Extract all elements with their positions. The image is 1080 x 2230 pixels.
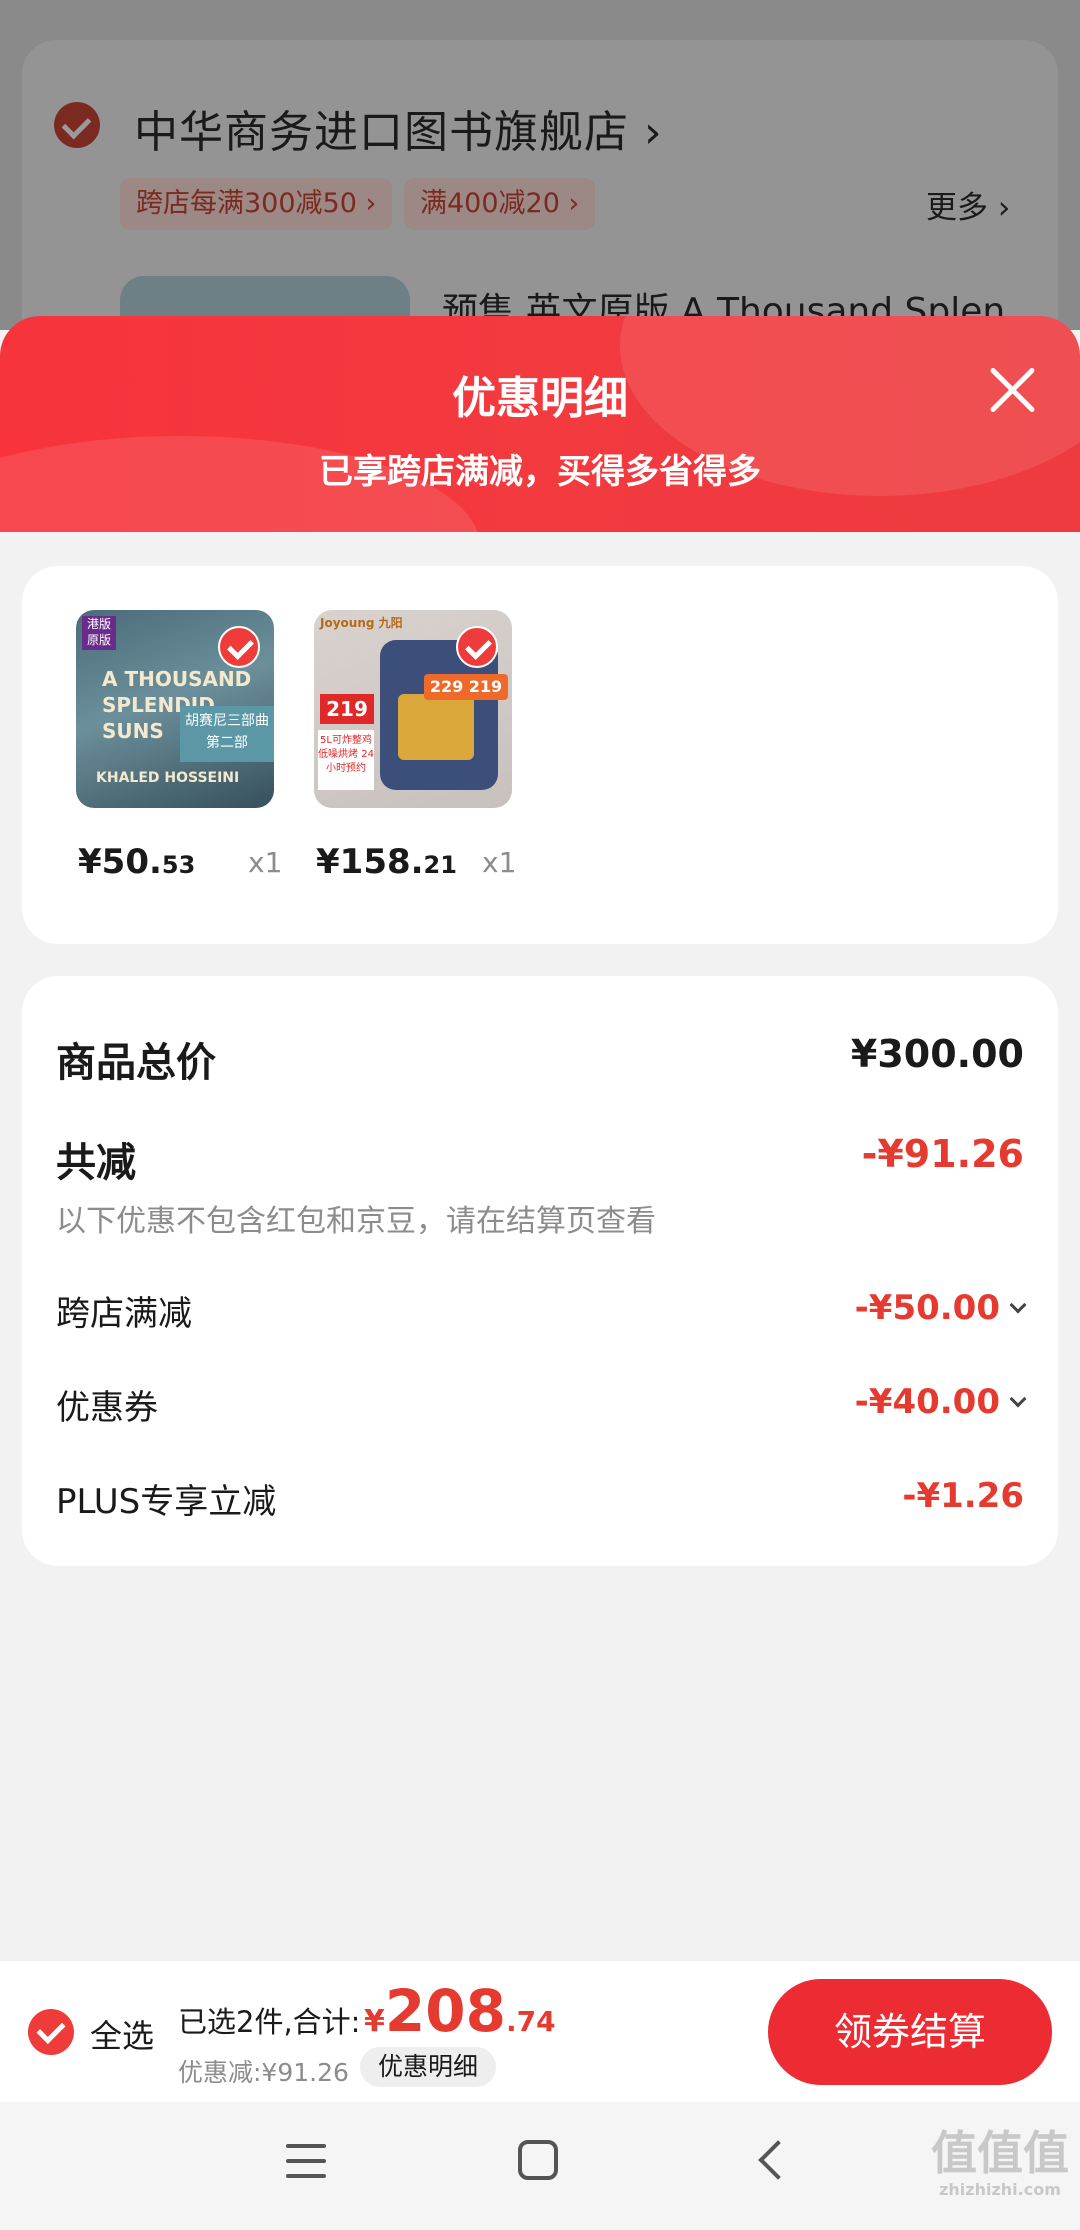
menu-icon[interactable] (286, 2144, 326, 2178)
total-price-value: ¥300.00 (850, 1032, 1024, 1076)
selected-products-card: 港版原版 A THOUSAND SPLENDID SUNS 胡赛尼三部曲 第二部… (22, 566, 1058, 944)
checkout-bar: 全选 已选2件,合计: ¥208.74 优惠减:¥91.26 优惠明细 领券结算 (0, 1960, 1080, 2102)
discount-note: 以下优惠不包含红包和京豆，请在结算页查看 (56, 1204, 656, 1239)
system-navigation-bar: 值值值 zhizhizhi.com (0, 2102, 1080, 2230)
promo-tag-cross-store[interactable]: 跨店每满300减50 › (120, 178, 393, 230)
sheet-title: 优惠明细 (452, 373, 628, 424)
back-icon[interactable] (758, 2140, 798, 2180)
book-cover-band: 胡赛尼三部曲 第二部 (180, 706, 274, 762)
home-icon[interactable] (518, 2140, 558, 2180)
discount-item-label: 跨店满减 (56, 1294, 192, 1334)
total-discount-label: 共减 (56, 1140, 136, 1186)
fryer-price-tag: 219 (320, 694, 374, 724)
book-badge: 港版原版 (82, 616, 116, 650)
discount-summary-card: 商品总价 ¥300.00 共减 -¥91.26 以下优惠不包含红包和京豆，请在结… (22, 976, 1058, 1566)
product-quantity: x1 (482, 846, 517, 879)
chevron-down-icon (1009, 1296, 1027, 1314)
chevron-down-icon (1009, 1390, 1027, 1408)
close-icon[interactable] (984, 360, 1040, 416)
product-image-air-fryer[interactable]: Joyoung 九阳 229 219 219 5L可炸整鸡 低噪烘烤 24小时预… (314, 610, 512, 808)
fryer-feature-tag: 5L可炸整鸡 低噪烘烤 24小时预约 (318, 730, 374, 790)
product-price: ¥50.53 (78, 842, 196, 882)
book-cover-author: KHALED HOSSEINI (96, 770, 240, 786)
discount-item-label: 优惠券 (56, 1388, 158, 1428)
selected-count-label: 已选2件,合计: (178, 2005, 361, 2039)
discount-detail-button[interactable]: 优惠明细 (360, 2047, 497, 2087)
sheet-subtitle: 已享跨店满减，买得多省得多 (319, 452, 761, 492)
grand-total: ¥208.74 (364, 1977, 556, 2045)
check-icon[interactable] (456, 626, 498, 668)
total-discount-value: -¥91.26 (861, 1132, 1024, 1176)
select-all-check-icon[interactable] (28, 2009, 74, 2055)
check-icon[interactable] (218, 626, 260, 668)
more-link[interactable]: 更多 › (926, 182, 1010, 227)
product-image-book[interactable]: 港版原版 A THOUSAND SPLENDID SUNS 胡赛尼三部曲 第二部… (76, 610, 274, 808)
store-name[interactable]: 中华商务进口图书旗舰店 › (134, 96, 663, 160)
product-price: ¥158.21 (316, 842, 457, 882)
saved-amount: 优惠减:¥91.26 (178, 2058, 349, 2087)
fryer-window (398, 694, 474, 760)
checkout-button[interactable]: 领券结算 (768, 1979, 1052, 2085)
product-quantity: x1 (248, 846, 283, 879)
discount-item-label: PLUS专享立减 (56, 1482, 277, 1522)
total-price-label: 商品总价 (56, 1040, 216, 1086)
discount-sheet-header: 优惠明细 已享跨店满减，买得多省得多 (0, 316, 1080, 532)
discount-item-coupon[interactable]: -¥40.00 (855, 1382, 1027, 1422)
store-check-icon[interactable] (54, 102, 100, 148)
fryer-brand: Joyoung 九阳 (320, 616, 403, 630)
promo-tag-400[interactable]: 满400减20 › (404, 178, 596, 230)
fryer-banner: 229 219 (424, 674, 508, 700)
discount-item-cross-store[interactable]: -¥50.00 (855, 1288, 1027, 1328)
watermark: 值值值 zhizhizhi.com (931, 2126, 1069, 2199)
select-all-label[interactable]: 全选 (90, 2011, 154, 2057)
discount-item-plus: -¥1.26 (902, 1476, 1024, 1516)
